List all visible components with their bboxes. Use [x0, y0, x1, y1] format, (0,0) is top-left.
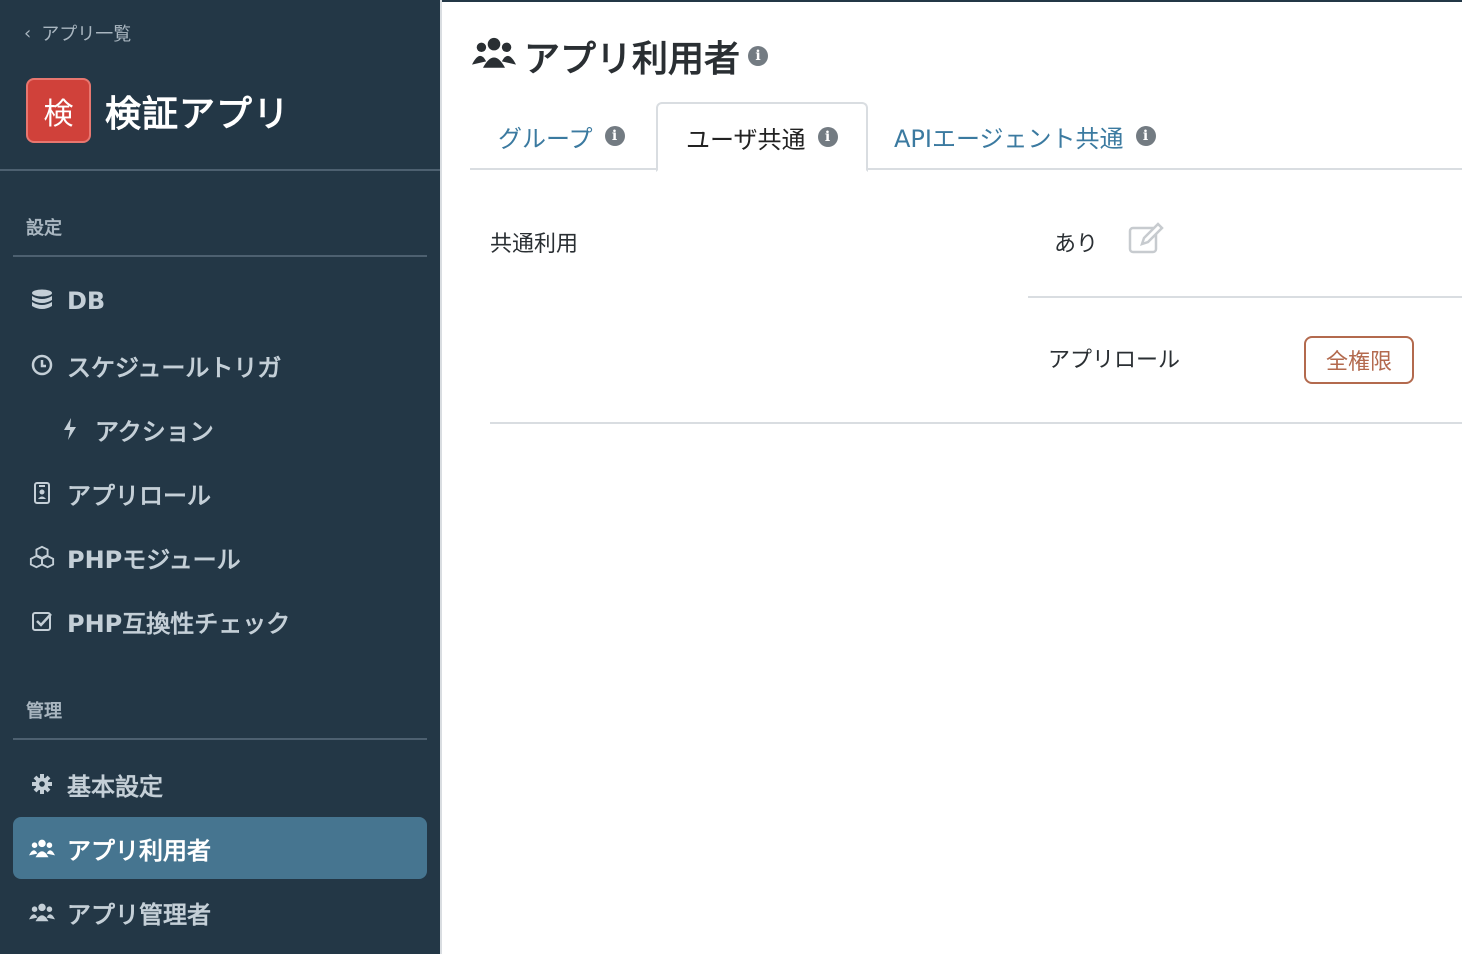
- section-divider: [13, 255, 427, 257]
- sidebar-item-app-role[interactable]: アプリロール: [13, 462, 427, 524]
- app-role-label: アプリロール: [1048, 348, 1181, 373]
- sidebar-item-basic-settings[interactable]: 基本設定: [13, 753, 427, 815]
- section-label-admin: 管理: [26, 701, 62, 722]
- sidebar-item-label: PHP互換性チェック: [67, 609, 291, 638]
- tab-label: ユーザ共通: [686, 125, 806, 154]
- tab-label: APIエージェント共通: [894, 124, 1124, 153]
- tab-user-common[interactable]: ユーザ共通 i: [656, 102, 868, 172]
- users-icon: [29, 837, 55, 859]
- back-to-app-list-link[interactable]: ‹ アプリ一覧: [24, 20, 131, 46]
- sidebar-item-php-compat-check[interactable]: PHP互換性チェック: [13, 590, 427, 652]
- app-badge: 検: [26, 78, 91, 143]
- users-icon: [472, 33, 516, 80]
- row-divider: [1028, 296, 1462, 298]
- sidebar-item-label: PHPモジュール: [67, 545, 241, 574]
- sidebar-item-label: アプリ管理者: [67, 900, 211, 929]
- sidebar-item-label: アクション: [95, 417, 214, 446]
- gear-icon: [29, 773, 55, 795]
- page-title-text: アプリ利用者: [524, 39, 741, 80]
- sidebar-item-label: DB: [67, 287, 106, 315]
- cubes-icon: [29, 545, 55, 569]
- database-icon: [29, 289, 55, 313]
- sidebar-item-label: 基本設定: [67, 772, 163, 801]
- sidebar-divider: [0, 169, 440, 171]
- info-icon[interactable]: i: [817, 127, 838, 147]
- sidebar-item-label: アプリ利用者: [67, 836, 211, 865]
- edit-icon[interactable]: [1128, 222, 1166, 254]
- sidebar-item-app-users[interactable]: アプリ利用者: [13, 817, 427, 879]
- info-icon[interactable]: i: [604, 126, 625, 146]
- app-header: 検 検証アプリ: [26, 78, 290, 143]
- tab-group[interactable]: グループ i: [470, 102, 653, 170]
- back-link-label: アプリ一覧: [41, 24, 132, 45]
- sidebar-item-action[interactable]: アクション: [13, 398, 427, 460]
- app-title: 検証アプリ: [105, 93, 291, 135]
- shared-use-value: あり: [1054, 232, 1099, 257]
- clock-icon: [29, 354, 55, 376]
- bolt-icon: [57, 417, 83, 441]
- page-title: アプリ利用者 i: [472, 30, 769, 82]
- top-border: [442, 0, 1462, 2]
- check-square-icon: [29, 610, 55, 632]
- section-label-settings: 設定: [26, 218, 62, 239]
- sidebar-item-app-admins[interactable]: アプリ管理者: [13, 881, 427, 943]
- sidebar: ‹ アプリ一覧 検 検証アプリ 設定 DB スケジュールトリガ アクション アプ…: [0, 0, 440, 954]
- tab-api-agent-common[interactable]: APIエージェント共通 i: [866, 102, 1184, 170]
- users-icon: [29, 901, 55, 923]
- sidebar-item-schedule-trigger[interactable]: スケジュールトリガ: [13, 334, 427, 396]
- sidebar-item-label: スケジュールトリガ: [67, 353, 282, 382]
- sidebar-item-label: アプリロール: [67, 481, 211, 510]
- chevron-left-icon: ‹: [24, 22, 32, 44]
- sidebar-item-db[interactable]: DB: [13, 270, 427, 332]
- sidebar-item-php-module[interactable]: PHPモジュール: [13, 526, 427, 588]
- shared-use-label: 共通利用: [490, 232, 579, 257]
- tab-label: グループ: [498, 124, 593, 153]
- info-icon[interactable]: i: [748, 46, 769, 66]
- permission-badge: 全権限: [1304, 336, 1414, 384]
- id-badge-icon: [29, 481, 55, 505]
- main-content: アプリ利用者 i グループ i ユーザ共通 i APIエージェント共通 i 共通…: [440, 0, 1462, 954]
- section-divider: [13, 738, 427, 740]
- tab-bar: グループ i ユーザ共通 i APIエージェント共通 i: [470, 102, 1462, 172]
- info-icon[interactable]: i: [1135, 126, 1156, 146]
- table-divider: [490, 422, 1462, 424]
